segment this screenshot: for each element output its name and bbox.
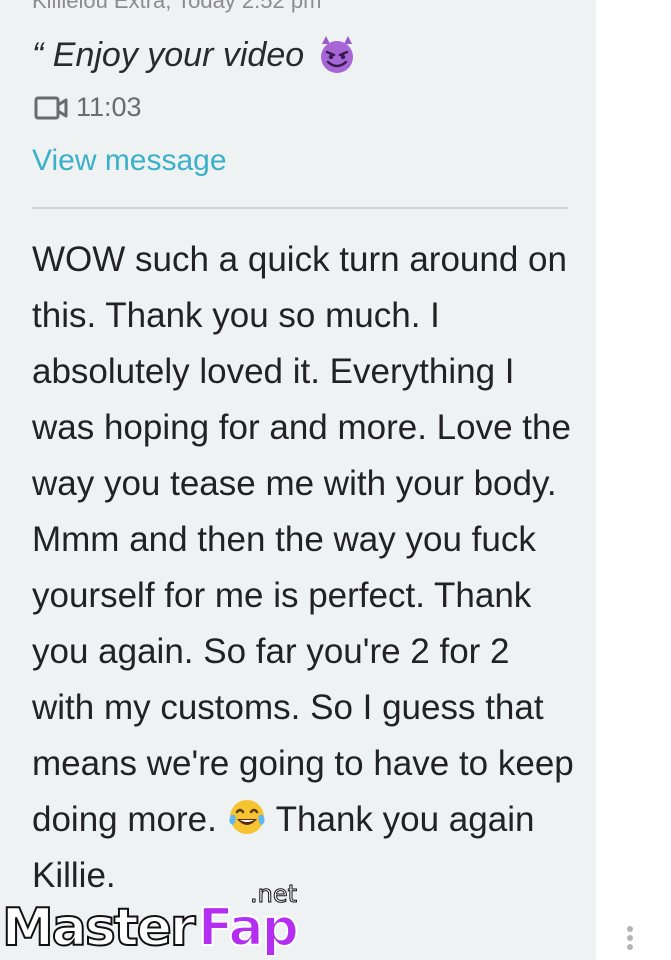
smiling-devil-icon — [316, 34, 358, 76]
watermark-net-text: .net — [249, 880, 298, 909]
quoted-message: “ Enjoy your video — [32, 34, 358, 76]
more-vertical-icon[interactable] — [627, 926, 637, 956]
screenshot: Killielou Extra, Today 2:52 pm “ Enjoy y… — [0, 0, 671, 960]
video-attachment: 11:03 — [34, 92, 142, 123]
video-camera-icon — [34, 95, 68, 121]
message-text: WOW such a quick turn around on this. Th… — [32, 240, 574, 839]
video-duration: 11:03 — [76, 92, 142, 122]
face-with-tears-of-joy-icon — [227, 797, 267, 837]
quote-text: “ Enjoy your video — [32, 35, 305, 74]
sender-line: Killielou Extra, Today 2:52 pm — [32, 0, 322, 13]
view-message-link[interactable]: View message — [32, 144, 227, 178]
divider — [32, 207, 568, 209]
watermark-master-text: Master — [1, 897, 197, 959]
message-card: Killielou Extra, Today 2:52 pm “ Enjoy y… — [0, 0, 596, 960]
message-body: WOW such a quick turn around on this. Th… — [32, 232, 577, 904]
watermark-logo: Master Fap .net — [0, 880, 310, 960]
